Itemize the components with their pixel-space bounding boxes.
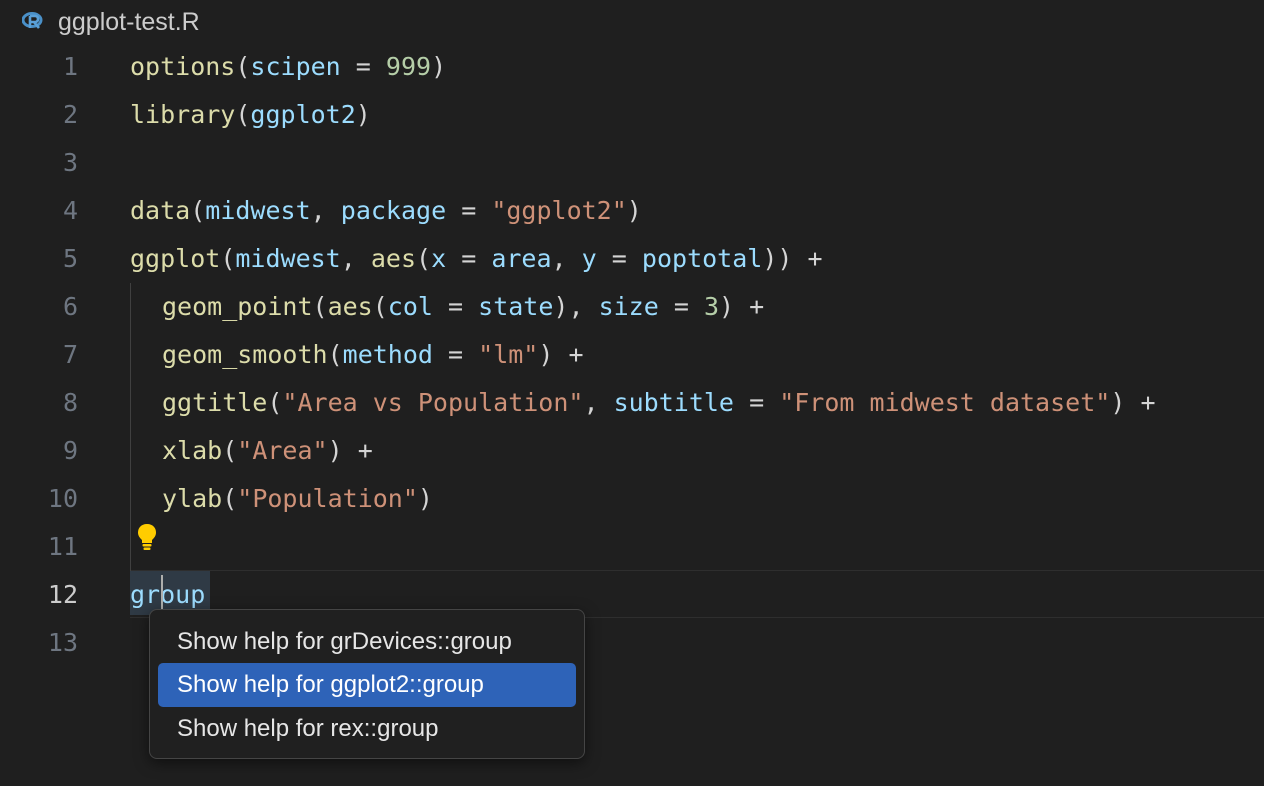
line-number: 11	[47, 532, 78, 561]
code-text[interactable]: options(scipen = 999)	[130, 43, 446, 91]
line-number: 6	[62, 292, 78, 321]
line-11[interactable]: 11	[0, 523, 1264, 571]
line-number: 13	[47, 628, 78, 657]
help-context-menu: Show help for grDevices::group Show help…	[149, 609, 585, 759]
line-1[interactable]: 1 options(scipen = 999)	[0, 43, 1264, 91]
line-number: 5	[62, 244, 78, 273]
code-text[interactable]: xlab("Area") +	[162, 427, 373, 475]
line-number: 9	[62, 436, 78, 465]
line-number: 10	[47, 484, 78, 513]
line-number: 3	[62, 148, 78, 177]
code-text[interactable]: data(midwest, package = "ggplot2")	[130, 187, 642, 235]
line-number: 8	[62, 388, 78, 417]
code-text[interactable]: ggplot(midwest, aes(x = area, y = poptot…	[130, 235, 823, 283]
editor-tab-bar: ggplot-test.R	[0, 0, 1264, 44]
tab-title[interactable]: ggplot-test.R	[58, 6, 200, 38]
code-text[interactable]: geom_point(aes(col = state), size = 3) +	[162, 283, 764, 331]
code-text[interactable]: ggtitle("Area vs Population", subtitle =…	[162, 379, 1156, 427]
line-2[interactable]: 2 library(ggplot2)	[0, 91, 1264, 139]
line-6[interactable]: 6 geom_point(aes(col = state), size = 3)…	[0, 283, 1264, 331]
line-5[interactable]: 5 ggplot(midwest, aes(x = area, y = popt…	[0, 235, 1264, 283]
line-number: 12	[47, 580, 78, 609]
text-cursor	[161, 575, 163, 611]
line-number: 1	[62, 52, 78, 81]
line-3[interactable]: 3	[0, 139, 1264, 187]
line-9[interactable]: 9 xlab("Area") +	[0, 427, 1264, 475]
r-language-icon	[22, 12, 43, 29]
line-number: 2	[62, 100, 78, 129]
menu-item-grdevices-group[interactable]: Show help for grDevices::group	[158, 620, 576, 664]
line-8[interactable]: 8 ggtitle("Area vs Population", subtitle…	[0, 379, 1264, 427]
code-text[interactable]: geom_smooth(method = "lm") +	[162, 331, 584, 379]
menu-item-rex-group[interactable]: Show help for rex::group	[158, 707, 576, 751]
line-number: 4	[62, 196, 78, 225]
indent-guide	[130, 283, 131, 571]
line-number: 7	[62, 340, 78, 369]
line-10[interactable]: 10 ylab("Population")	[0, 475, 1264, 523]
menu-item-ggplot2-group[interactable]: Show help for ggplot2::group	[158, 663, 576, 707]
lightbulb-icon[interactable]	[136, 523, 158, 551]
line-7[interactable]: 7 geom_smooth(method = "lm") +	[0, 331, 1264, 379]
code-text[interactable]: library(ggplot2)	[130, 91, 371, 139]
code-text[interactable]: ylab("Population")	[162, 475, 433, 523]
line-4[interactable]: 4 data(midwest, package = "ggplot2")	[0, 187, 1264, 235]
